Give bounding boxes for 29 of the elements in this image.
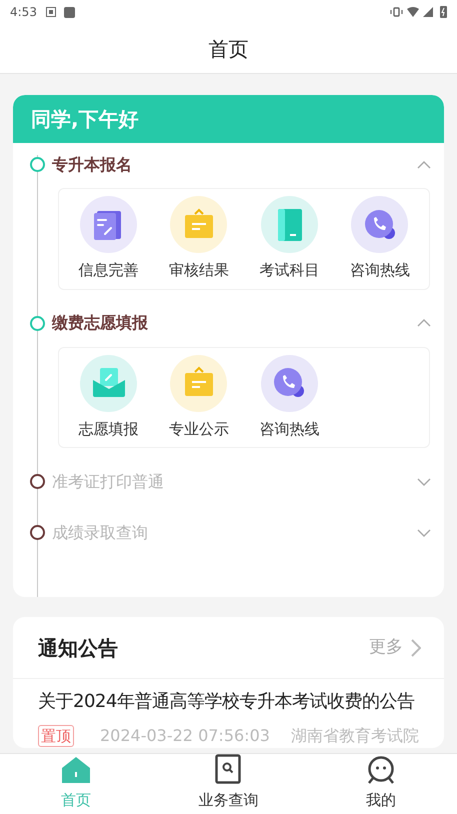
greeting-banner: 同学,下午好 [13,95,444,143]
nav-tab[interactable]: 我的 [304,754,457,814]
shortcut-button[interactable]: 咨询热线 [244,354,334,441]
notice-title[interactable]: 关于2024年普通高等学校专升本考试收费的公告 [38,688,419,715]
face-icon [366,756,395,784]
shortcut-button[interactable]: 咨询热线 [334,195,425,282]
notice-time: 2024-03-22 07:56:03 [100,725,270,747]
nav-tab[interactable]: 业务查询 [152,754,305,814]
home-icon [61,756,92,784]
chevron-right-icon [411,638,421,656]
shortcut-button[interactable]: 专业公示 [154,354,244,441]
status-time: 4:53 [10,4,37,21]
section-title[interactable]: 专升本报名 [52,152,132,176]
shortcut-button[interactable]: 考试科目 [244,195,334,282]
section-title[interactable]: 缴费志愿填报 [52,311,148,335]
page-title: 首页 [208,36,248,62]
shortcut-button[interactable]: 信息完善 [63,195,154,282]
wifi-icon [407,7,419,17]
search-icon [215,754,242,784]
notification-icon [64,6,75,18]
pinned-badge: 置顶 [38,725,74,747]
battery-icon [440,6,447,18]
notice-heading: 通知公告 [38,634,118,662]
signal-icon [423,7,433,17]
shortcut-button[interactable]: 审核结果 [154,195,244,282]
notification-icon [46,7,56,17]
vibrate-icon [390,7,403,17]
notice-source: 湖南省教育考试院 [291,725,419,747]
shortcut-button[interactable]: 志愿填报 [63,354,154,441]
